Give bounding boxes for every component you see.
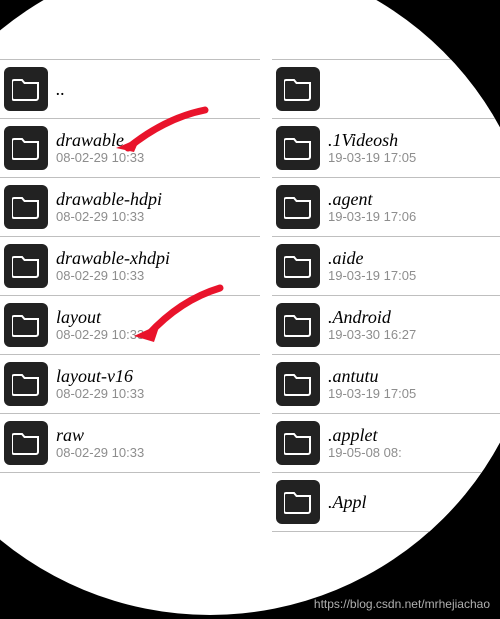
file-name: raw: [56, 425, 144, 446]
folder-icon: [276, 421, 320, 465]
list-item-text: .1Videosh 19-03-19 17:05: [328, 130, 416, 166]
folder-icon: [4, 185, 48, 229]
folder-icon: [276, 303, 320, 347]
list-item[interactable]: .Android 19-03-30 16:27: [272, 295, 500, 355]
list-item-text: .antutu 19-03-19 17:05: [328, 366, 416, 402]
list-item-text: .Appl: [328, 492, 367, 513]
folder-icon: [276, 480, 320, 524]
file-time: 19-03-19 17:05: [328, 151, 416, 166]
folder-icon: [4, 421, 48, 465]
file-name: layout-v16: [56, 366, 144, 387]
file-time: 08-02-29 10:33: [56, 328, 144, 343]
list-item[interactable]: drawable-xhdpi 08-02-29 10:33: [0, 236, 260, 296]
file-name: .1Videosh: [328, 130, 416, 151]
file-time: 19-03-19 17:05: [328, 387, 416, 402]
file-time: 08-02-29 10:33: [56, 446, 144, 461]
folder-icon: [276, 67, 320, 111]
stage: .. drawable 08-02-29 10:33: [0, 0, 500, 619]
file-name: drawable-xhdpi: [56, 248, 170, 269]
file-name: layout: [56, 307, 144, 328]
folder-icon: [276, 244, 320, 288]
list-item-text: ..: [56, 79, 65, 100]
file-time: 19-03-30 16:27: [328, 328, 416, 343]
file-time: 08-02-29 10:33: [56, 387, 144, 402]
file-name: ..: [56, 79, 65, 100]
list-item-text: drawable 08-02-29 10:33: [56, 130, 144, 166]
file-time: 08-02-29 10:33: [56, 269, 170, 284]
list-item[interactable]: .agent 19-03-19 17:06: [272, 177, 500, 237]
folder-icon: [4, 244, 48, 288]
folder-icon: [4, 126, 48, 170]
file-name: drawable: [56, 130, 144, 151]
file-name: drawable-hdpi: [56, 189, 162, 210]
folder-icon: [4, 362, 48, 406]
list-item-text: layout-v16 08-02-29 10:33: [56, 366, 144, 402]
file-name: .applet: [328, 425, 402, 446]
list-item-text: raw 08-02-29 10:33: [56, 425, 144, 461]
magnified-content: .. drawable 08-02-29 10:33: [0, 0, 500, 615]
file-time: 19-05-08 08:: [328, 446, 402, 461]
list-item[interactable]: [272, 59, 500, 119]
folder-icon: [276, 126, 320, 170]
file-time: 19-03-19 17:06: [328, 210, 416, 225]
file-time: 19-03-19 17:05: [328, 269, 416, 284]
list-item[interactable]: .antutu 19-03-19 17:05: [272, 354, 500, 414]
list-item[interactable]: .applet 19-05-08 08:: [272, 413, 500, 473]
watermark: https://blog.csdn.net/mrhejiachao: [314, 597, 490, 611]
folder-icon: [4, 303, 48, 347]
list-item-text: .applet 19-05-08 08:: [328, 425, 402, 461]
list-item-text: drawable-hdpi 08-02-29 10:33: [56, 189, 162, 225]
list-item[interactable]: layout 08-02-29 10:33: [0, 295, 260, 355]
list-item[interactable]: ..: [0, 59, 260, 119]
list-item[interactable]: .1Videosh 19-03-19 17:05: [272, 118, 500, 178]
file-time: 08-02-29 10:33: [56, 151, 144, 166]
list-item[interactable]: raw 08-02-29 10:33: [0, 413, 260, 473]
list-item[interactable]: .aide 19-03-19 17:05: [272, 236, 500, 296]
list-item[interactable]: drawable-hdpi 08-02-29 10:33: [0, 177, 260, 237]
file-name: .agent: [328, 189, 416, 210]
folder-icon: [276, 362, 320, 406]
list-item-text: .agent 19-03-19 17:06: [328, 189, 416, 225]
list-item[interactable]: .Appl: [272, 472, 500, 532]
list-item-text: .Android 19-03-30 16:27: [328, 307, 416, 343]
magnifier-lens: .. drawable 08-02-29 10:33: [0, 0, 500, 615]
list-item[interactable]: layout-v16 08-02-29 10:33: [0, 354, 260, 414]
list-item[interactable]: drawable 08-02-29 10:33: [0, 118, 260, 178]
list-item-text: .aide 19-03-19 17:05: [328, 248, 416, 284]
file-list-right: .1Videosh 19-03-19 17:05 .agent 19-03-19…: [272, 60, 500, 532]
file-name: .aide: [328, 248, 416, 269]
file-time: 08-02-29 10:33: [56, 210, 162, 225]
file-name: .Appl: [328, 492, 367, 513]
folder-icon: [4, 67, 48, 111]
file-name: .antutu: [328, 366, 416, 387]
list-item-text: layout 08-02-29 10:33: [56, 307, 144, 343]
list-item-text: drawable-xhdpi 08-02-29 10:33: [56, 248, 170, 284]
folder-icon: [276, 185, 320, 229]
file-name: .Android: [328, 307, 416, 328]
file-list-left: .. drawable 08-02-29 10:33: [0, 60, 260, 473]
